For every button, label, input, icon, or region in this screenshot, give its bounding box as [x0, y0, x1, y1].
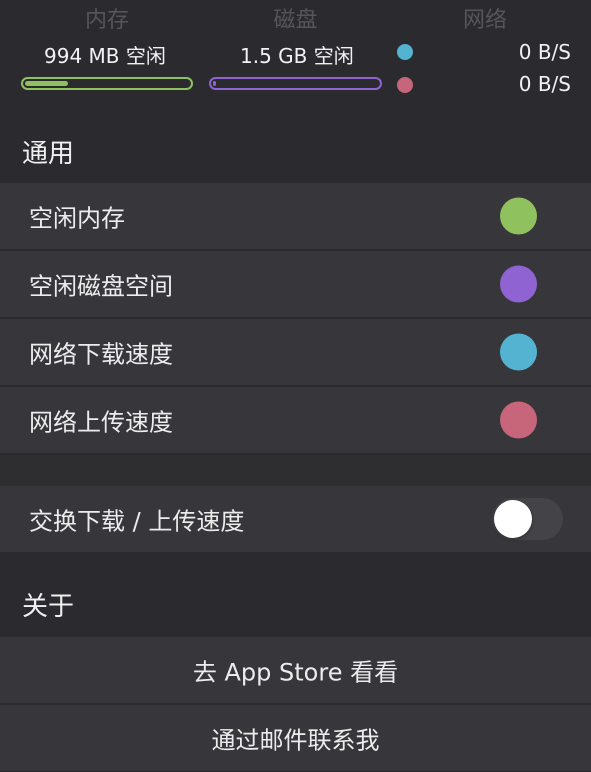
download-speed-row[interactable]: 网络下载速度 — [0, 319, 591, 386]
free-memory-row[interactable]: 空闲内存 — [0, 183, 591, 250]
download-dot-icon — [397, 44, 413, 60]
upload-speed-row[interactable]: 网络上传速度 — [0, 387, 591, 454]
free-disk-color-swatch[interactable] — [500, 265, 537, 303]
swap-speed-row[interactable]: 交换下载 / 上传速度 — [0, 486, 591, 553]
download-speed-color-swatch[interactable] — [500, 333, 537, 371]
app-store-row[interactable]: 去 App Store 看看 — [0, 637, 591, 704]
upload-dot-icon — [397, 77, 413, 93]
general-section-header: 通用 — [22, 139, 75, 169]
free-disk-label: 空闲磁盘空间 — [29, 272, 173, 301]
network-title: 网络 — [462, 8, 507, 33]
stats-panel: 内存 磁盘 网络 994 MB 空闲 1.5 GB 空闲 0 B/S 0 B/S — [0, 0, 591, 120]
app-store-link[interactable]: 去 App Store 看看 — [0, 653, 591, 688]
disk-bar-fill — [213, 81, 216, 86]
disk-bar — [209, 77, 382, 90]
memory-bar-fill — [25, 81, 68, 86]
upload-speed-value: 0 B/S — [518, 72, 571, 96]
memory-title: 内存 — [84, 8, 129, 33]
section-gap — [0, 455, 591, 486]
email-contact-row[interactable]: 通过邮件联系我 — [0, 705, 591, 772]
memory-free-value: 994 MB 空闲 — [44, 44, 166, 68]
about-section-header: 关于 — [22, 592, 75, 622]
swap-speed-label: 交换下载 / 上传速度 — [29, 507, 245, 536]
toggle-knob — [494, 500, 532, 538]
disk-free-value: 1.5 GB 空闲 — [240, 44, 354, 68]
memory-bar — [21, 77, 193, 90]
free-memory-label: 空闲内存 — [29, 204, 125, 233]
email-contact-link[interactable]: 通过邮件联系我 — [0, 721, 591, 756]
free-memory-color-swatch[interactable] — [500, 197, 537, 235]
upload-speed-label: 网络上传速度 — [29, 408, 173, 437]
upload-speed-color-swatch[interactable] — [500, 401, 537, 439]
swap-speed-toggle[interactable] — [492, 498, 563, 540]
download-speed-value: 0 B/S — [518, 40, 571, 64]
disk-title: 磁盘 — [273, 8, 318, 33]
free-disk-row[interactable]: 空闲磁盘空间 — [0, 251, 591, 318]
download-speed-label: 网络下载速度 — [29, 340, 173, 369]
